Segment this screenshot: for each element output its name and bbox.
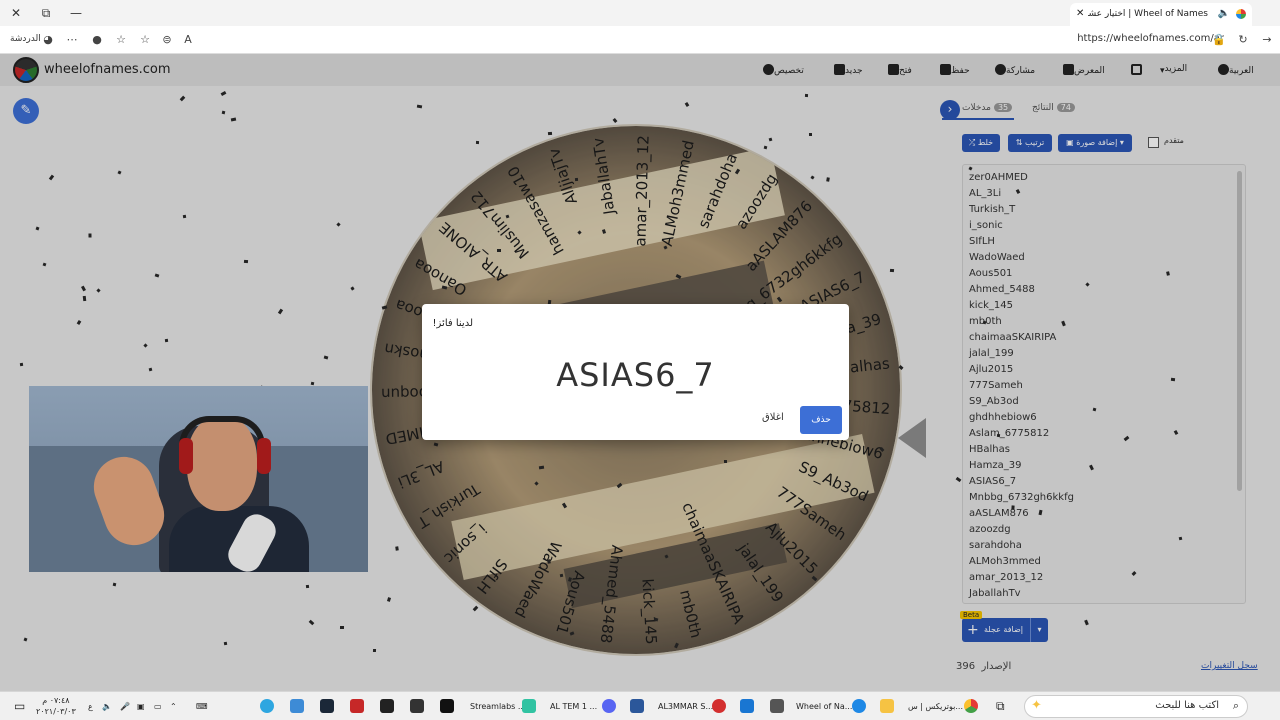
- confetti-piece: [805, 94, 809, 98]
- search-placeholder: اكتب هنا للبحث: [1155, 700, 1219, 711]
- confetti-piece: [889, 268, 894, 273]
- tab-favicon-icon: [1236, 9, 1246, 19]
- headphone-right: [257, 438, 271, 474]
- confetti-piece: [476, 140, 480, 144]
- discord-icon[interactable]: [602, 699, 616, 713]
- lock-icon[interactable]: 🔒: [1211, 32, 1227, 48]
- headphone-left: [179, 438, 193, 474]
- sparkle-icon: ✦: [1031, 698, 1042, 713]
- winner-name: ASIAS6_7: [556, 356, 715, 394]
- confetti-piece: [538, 465, 545, 469]
- keyboard-icon[interactable]: ⌨: [196, 697, 208, 716]
- close-button[interactable]: اغلاق: [762, 412, 784, 423]
- app-icon[interactable]: [410, 699, 424, 713]
- word-icon[interactable]: [630, 699, 644, 713]
- confetti-piece: [968, 165, 973, 171]
- edge-icon[interactable]: [852, 699, 866, 713]
- translate-icon[interactable]: A: [180, 32, 196, 48]
- mail-icon[interactable]: [740, 699, 754, 713]
- refresh-icon[interactable]: ↻: [1235, 32, 1251, 48]
- speaker-icon[interactable]: 🔈: [1218, 3, 1230, 25]
- battery-icon[interactable]: ▭: [154, 697, 162, 716]
- confetti-piece: [340, 625, 345, 629]
- dialog-title: لدينا فائز!: [432, 318, 473, 329]
- confetti-piece: [723, 460, 727, 464]
- confetti-piece: [808, 132, 812, 136]
- windows-taskbar: ▭ ٠٧:٤٨ م ٢٠٢١/٠٣/٠٣ ع 🔈 🎤 ▣ ▭ ⌃ ⌨ Strea…: [0, 691, 1280, 720]
- confetti-piece: [497, 248, 502, 252]
- app-store-icon[interactable]: [290, 699, 304, 713]
- tiktok-icon[interactable]: [440, 699, 454, 713]
- taskbar-chrome-window[interactable]: بوتريكس | س...: [908, 697, 963, 716]
- confetti-piece: [575, 177, 579, 181]
- tray-chevron-icon[interactable]: ⌃: [170, 697, 177, 716]
- confetti-piece: [373, 649, 377, 653]
- task-view-icon[interactable]: ⧉: [996, 697, 1005, 716]
- browser-tab-wheel-of-names[interactable]: ✕ Wheel of Names | اختيار عشوائي 🔈: [1070, 3, 1252, 26]
- confetti-piece: [88, 233, 92, 238]
- taskbar-search[interactable]: ✦ اكتب هنا للبحث ⌕: [1024, 695, 1248, 718]
- add-favorite-icon[interactable]: ☆: [137, 32, 153, 48]
- steam-icon[interactable]: [320, 699, 334, 713]
- network-icon[interactable]: ▣: [137, 697, 145, 716]
- taskbar-al3mmar[interactable]: AL3MMAR S...: [658, 697, 713, 716]
- taskbar-streamlabs[interactable]: Streamlabs ...: [470, 697, 526, 716]
- adobe-icon[interactable]: [350, 699, 364, 713]
- confetti-piece: [763, 145, 767, 150]
- winner-dialog: لدينا فائز! ASIAS6_7 اغلاق حذف: [422, 304, 849, 440]
- capcut-icon[interactable]: [380, 699, 394, 713]
- notifications-icon[interactable]: ▭: [14, 697, 25, 716]
- browser-tab-bar: ✕ ⧉ — + ✕ Wheel of Names | اختيار عشوائي…: [0, 0, 1280, 26]
- favorites-icon[interactable]: ☆: [113, 32, 129, 48]
- webcam-overlay: [29, 386, 368, 572]
- confetti-piece: [546, 558, 551, 564]
- taskbar-wheel-of-names[interactable]: Wheel of Na...: [796, 697, 852, 716]
- app2-icon[interactable]: [770, 699, 784, 713]
- language-indicator[interactable]: ع: [88, 697, 93, 716]
- reading-icon[interactable]: ⊜: [159, 32, 175, 48]
- forward-icon[interactable]: →: [1259, 32, 1275, 48]
- profile-icon[interactable]: ●: [89, 32, 105, 48]
- confetti-piece: [243, 260, 248, 264]
- url-field[interactable]: https://wheelofnames.com/ar: [1077, 33, 1224, 44]
- confetti-piece: [164, 338, 169, 342]
- tab-close-icon[interactable]: ✕: [1076, 3, 1084, 25]
- tab-title: Wheel of Names | اختيار عشوائي: [1088, 9, 1208, 19]
- confetti-piece: [148, 367, 152, 372]
- search-icon: ⌕: [1232, 699, 1239, 712]
- chat-extension-label[interactable]: الدردشة: [10, 34, 41, 44]
- file-explorer-icon[interactable]: [880, 699, 894, 713]
- address-bar: الدردشة ◕ ⋯ ● ☆ ☆ ⊜ A https://wheelofnam…: [0, 26, 1280, 54]
- taskbar-al-tem[interactable]: AL TEM 1 ...: [550, 697, 597, 716]
- confetti-piece: [82, 295, 87, 301]
- opera-icon[interactable]: [712, 699, 726, 713]
- telegram-icon[interactable]: [260, 699, 274, 713]
- more-icon[interactable]: ⋯: [64, 32, 80, 48]
- confetti-piece: [19, 362, 24, 367]
- volume-icon[interactable]: 🔈: [102, 697, 112, 716]
- copilot-icon[interactable]: ◕: [40, 32, 56, 48]
- mic-icon[interactable]: 🎤: [120, 697, 130, 716]
- streamlabs-icon[interactable]: [522, 699, 536, 713]
- clock[interactable]: ٠٧:٤٨ م ٢٠٢١/٠٣/٠٣: [36, 695, 76, 717]
- window-close-button[interactable]: ✕: [6, 4, 26, 22]
- chrome-icon[interactable]: [964, 699, 978, 713]
- confetti-piece: [559, 573, 564, 578]
- window-restore-button[interactable]: ⧉: [36, 4, 56, 22]
- window-minimize-button[interactable]: —: [66, 4, 86, 22]
- remove-button[interactable]: حذف: [800, 406, 842, 434]
